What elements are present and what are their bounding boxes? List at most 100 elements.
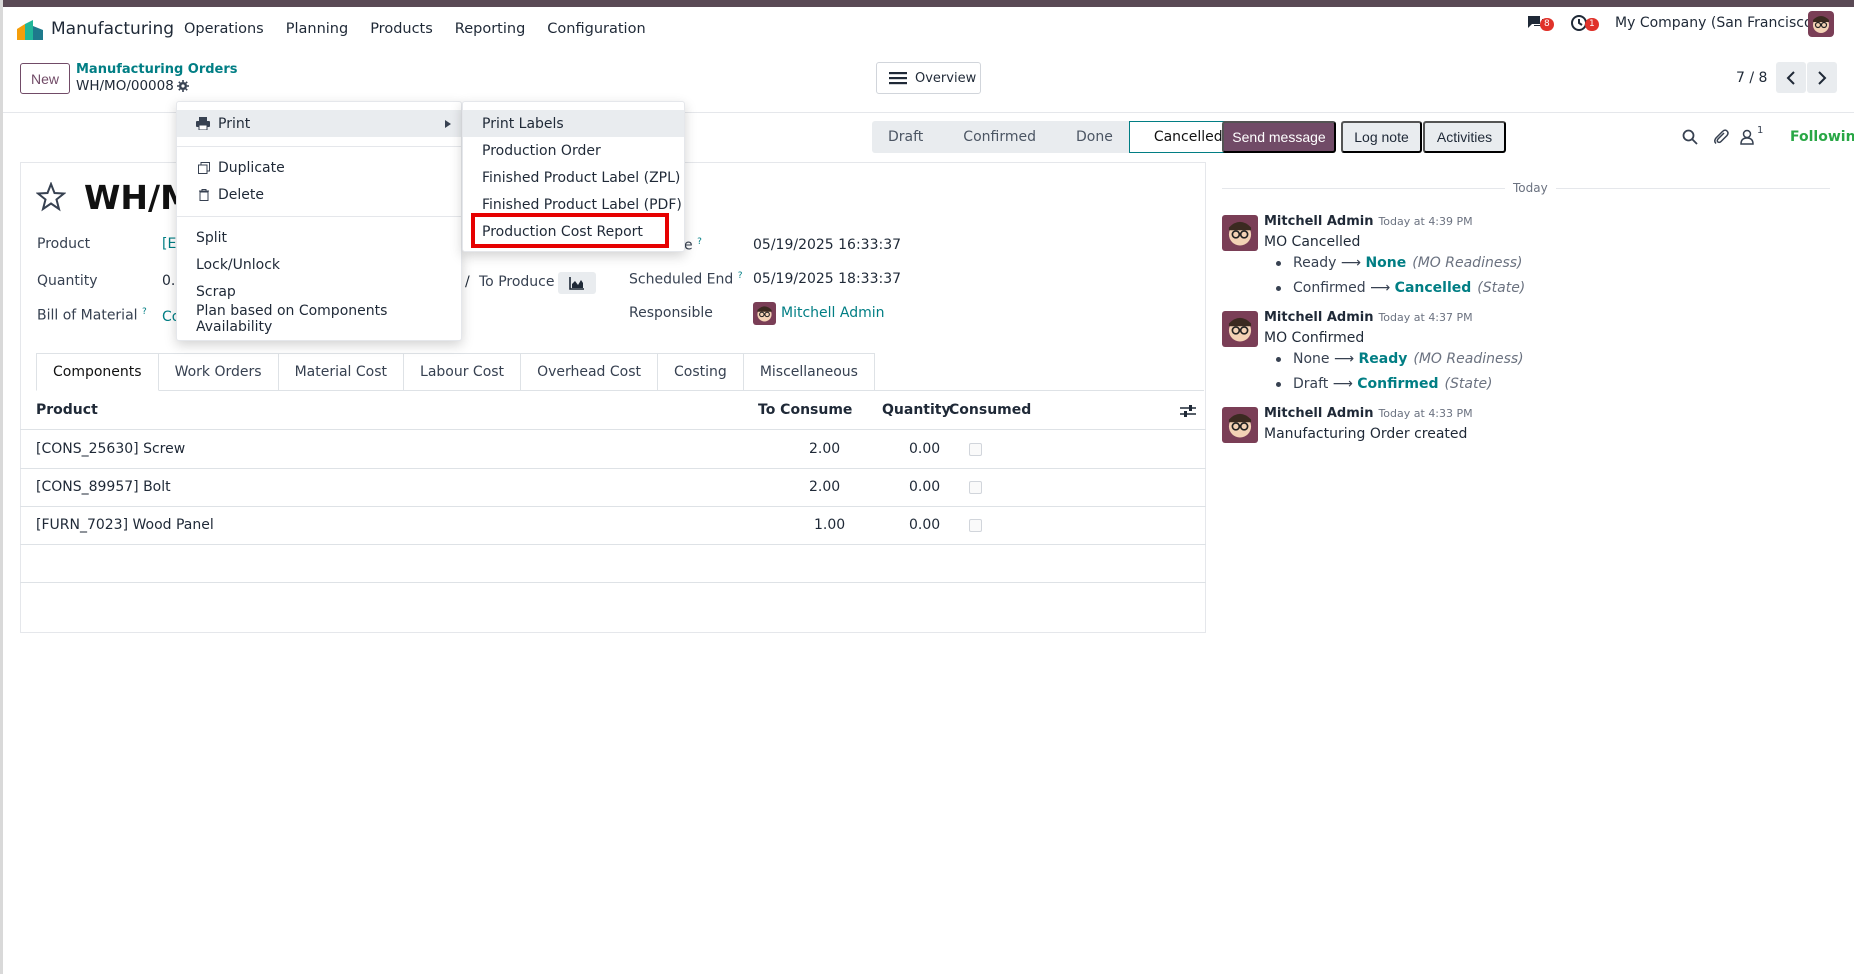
tab-miscellaneous[interactable]: Miscellaneous xyxy=(743,353,875,391)
menu-item-duplicate[interactable]: Duplicate xyxy=(177,154,461,181)
optional-columns-icon[interactable] xyxy=(1180,404,1196,418)
menu-item-split[interactable]: Split xyxy=(177,224,461,251)
print-labels-item[interactable]: Print Labels xyxy=(463,110,684,137)
components-table-header: Product To Consume Quantity Consumed xyxy=(20,392,1206,430)
window-top-strip xyxy=(0,0,1854,7)
trash-icon xyxy=(199,188,209,201)
row-to-consume: 1.00 xyxy=(814,517,846,533)
table-empty-row xyxy=(20,545,1206,583)
table-row[interactable]: [CONS_25630] Screw 2.00 0.00 xyxy=(20,431,1206,469)
message-time: Today at 4:33 PM xyxy=(1378,407,1473,420)
row-product: [FURN_7023] Wood Panel xyxy=(36,517,214,533)
menu-separator xyxy=(177,146,461,147)
followers-icon[interactable] xyxy=(1738,128,1756,146)
printer-icon xyxy=(196,117,210,130)
message-author-avatar[interactable] xyxy=(1222,407,1258,443)
menu-item-lock-unlock[interactable]: Lock/Unlock xyxy=(177,251,461,278)
tab-labour-cost[interactable]: Labour Cost xyxy=(404,353,522,391)
followers-count: 1 xyxy=(1757,125,1764,136)
star-icon[interactable] xyxy=(36,182,66,212)
message-author-avatar[interactable] xyxy=(1222,215,1258,251)
quantity-field[interactable]: 0. xyxy=(162,273,175,289)
tab-components[interactable]: Components xyxy=(36,353,159,391)
responsible-avatar xyxy=(753,302,776,325)
tab-material-cost[interactable]: Material Cost xyxy=(278,353,405,391)
gear-icon[interactable] xyxy=(177,80,189,92)
date-separator-label: Today xyxy=(1505,181,1556,195)
overview-button[interactable]: Overview xyxy=(876,62,981,94)
menu-reporting[interactable]: Reporting xyxy=(455,21,526,37)
row-consumed-checkbox[interactable] xyxy=(969,481,982,494)
menu-operations[interactable]: Operations xyxy=(184,21,264,37)
tab-work-orders[interactable]: Work Orders xyxy=(158,353,279,391)
tab-overhead-cost[interactable]: Overhead Cost xyxy=(521,353,659,391)
pager-next-button[interactable] xyxy=(1807,62,1837,93)
scheduled-start-label: e ? xyxy=(684,237,702,254)
stage-draft[interactable]: Draft xyxy=(872,121,940,153)
menu-item-delete[interactable]: Delete xyxy=(177,181,461,208)
tracking-value: Ready ⟶ None (MO Readiness) xyxy=(1276,255,1523,271)
tracking-value: Draft ⟶ Confirmed (State) xyxy=(1276,376,1493,392)
breadcrumb-manufacturing-orders[interactable]: Manufacturing Orders xyxy=(76,62,238,77)
finished-product-label-zpl-item[interactable]: Finished Product Label (ZPL) xyxy=(463,164,684,191)
activities-button[interactable]: Activities xyxy=(1423,121,1506,153)
pager-value[interactable]: 7 / 8 xyxy=(1736,70,1767,86)
column-consumed[interactable]: Consumed xyxy=(949,402,1031,418)
message-time: Today at 4:39 PM xyxy=(1378,215,1473,228)
to-produce-label: To Produce xyxy=(479,274,555,290)
new-button[interactable]: New xyxy=(20,63,70,94)
message-author-avatar[interactable] xyxy=(1222,311,1258,347)
row-quantity: 0.00 xyxy=(909,441,941,457)
stage-confirmed[interactable]: Confirmed xyxy=(939,121,1052,153)
stage-done[interactable]: Done xyxy=(1051,121,1129,153)
window-left-edge xyxy=(0,0,3,974)
pager-previous-button[interactable] xyxy=(1776,62,1806,93)
forecast-report-button[interactable] xyxy=(558,272,596,294)
activities-badge: 1 xyxy=(1585,18,1599,31)
column-product[interactable]: Product xyxy=(36,402,98,418)
copy-icon xyxy=(198,161,210,174)
scheduled-start-field[interactable]: 05/19/2025 16:33:37 xyxy=(753,237,901,253)
production-order-item[interactable]: Production Order xyxy=(463,137,684,164)
tracking-value: None ⟶ Ready (MO Readiness) xyxy=(1276,351,1524,367)
product-field[interactable]: [E xyxy=(162,236,176,252)
app-name[interactable]: Manufacturing xyxy=(51,19,174,39)
tracking-value: Confirmed ⟶ Cancelled (State) xyxy=(1276,280,1525,296)
scheduled-end-label: Scheduled End ? xyxy=(629,271,743,288)
row-consumed-checkbox[interactable] xyxy=(969,443,982,456)
message-author[interactable]: Mitchell Admin Today at 4:37 PM xyxy=(1264,310,1473,325)
company-switcher[interactable]: My Company (San Francisco) xyxy=(1615,15,1818,31)
table-row[interactable]: [FURN_7023] Wood Panel 1.00 0.00 xyxy=(20,507,1206,545)
menu-configuration[interactable]: Configuration xyxy=(547,21,645,37)
menu-item-scrap[interactable]: Scrap xyxy=(177,278,461,305)
responsible-field[interactable]: Mitchell Admin xyxy=(781,305,885,321)
manufacturing-app-icon[interactable] xyxy=(17,20,43,40)
tab-costing[interactable]: Costing xyxy=(658,353,744,391)
caret-right-icon xyxy=(445,120,451,128)
notebook-tabs: Components Work Orders Material Cost Lab… xyxy=(36,353,1204,391)
overview-label: Overview xyxy=(915,70,977,86)
row-consumed-checkbox[interactable] xyxy=(969,519,982,532)
menu-planning[interactable]: Planning xyxy=(286,21,348,37)
scheduled-end-field[interactable]: 05/19/2025 18:33:37 xyxy=(753,271,901,287)
table-row[interactable]: [CONS_89957] Bolt 2.00 0.00 xyxy=(20,469,1206,507)
log-note-button[interactable]: Log note xyxy=(1341,121,1422,153)
bom-label: Bill of Material ? xyxy=(37,307,147,324)
send-message-button[interactable]: Send message xyxy=(1222,121,1336,153)
menu-products[interactable]: Products xyxy=(370,21,433,37)
message-author[interactable]: Mitchell Admin Today at 4:39 PM xyxy=(1264,214,1473,229)
message-author[interactable]: Mitchell Admin Today at 4:33 PM xyxy=(1264,406,1473,421)
message-time: Today at 4:37 PM xyxy=(1378,311,1473,324)
menu-item-print[interactable]: Print xyxy=(177,110,461,137)
column-to-consume[interactable]: To Consume xyxy=(758,402,852,418)
paperclip-icon[interactable] xyxy=(1712,128,1730,146)
menu-separator xyxy=(177,216,461,217)
chevron-right-icon xyxy=(1818,70,1827,85)
row-quantity: 0.00 xyxy=(909,517,941,533)
breadcrumb-record-name: WH/MO/00008 xyxy=(76,78,174,94)
menu-item-plan[interactable]: Plan based on Components Availability xyxy=(177,303,461,335)
column-quantity[interactable]: Quantity xyxy=(882,402,951,418)
user-avatar[interactable] xyxy=(1808,11,1834,37)
search-icon[interactable] xyxy=(1681,128,1699,146)
following-button[interactable]: Following xyxy=(1790,129,1854,145)
